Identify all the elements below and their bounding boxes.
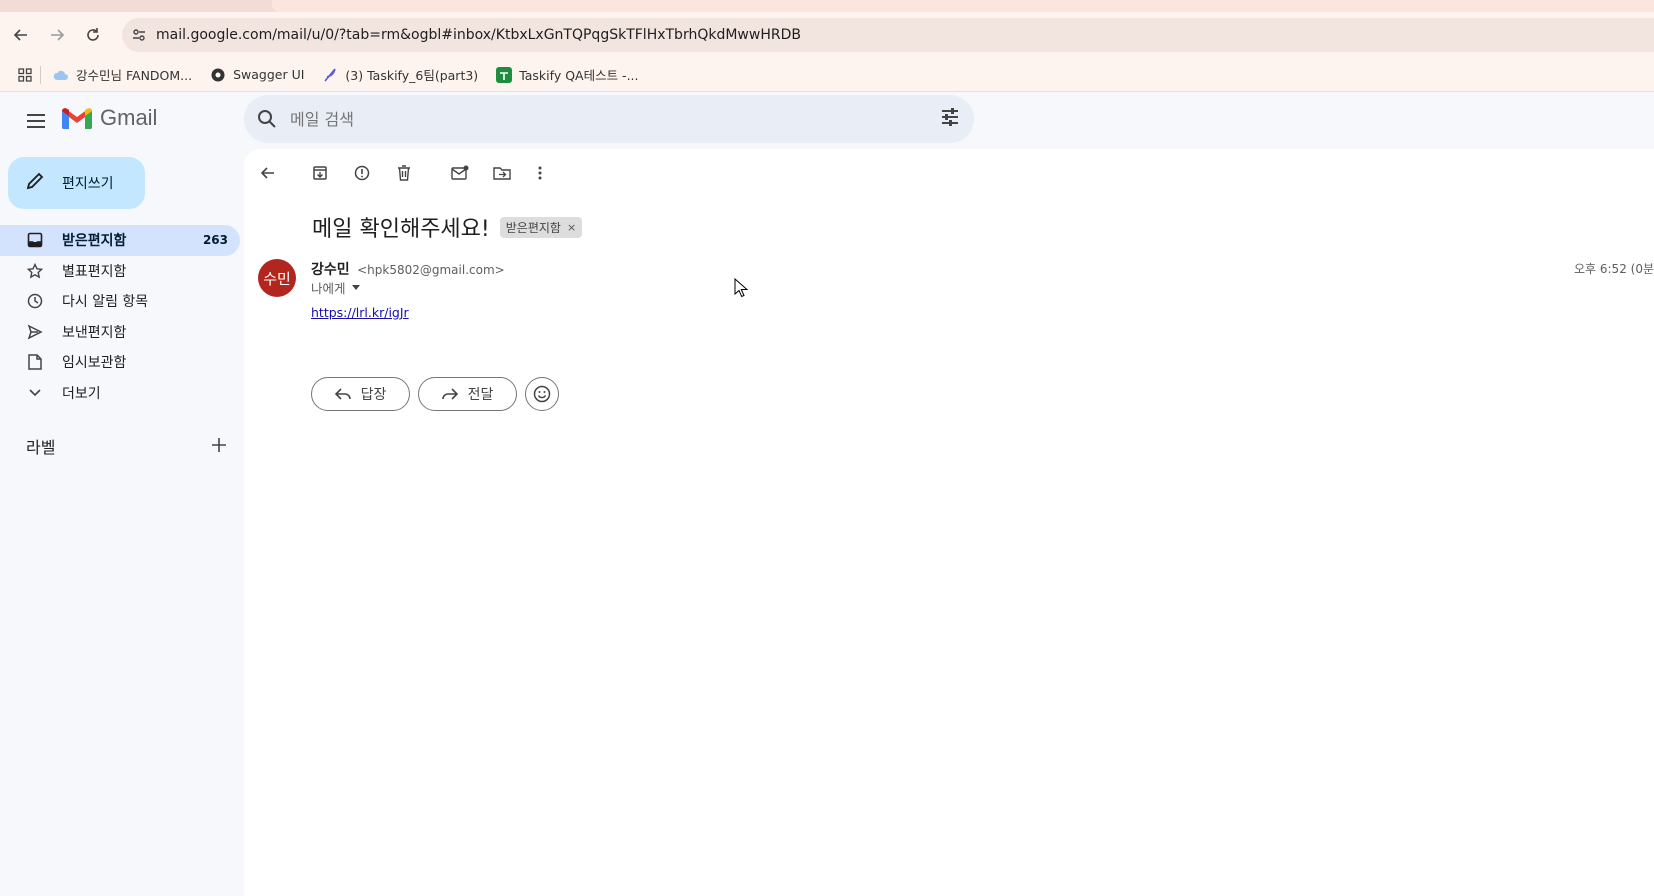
message-timestamp: 오후 6:52 (0분 (1573, 262, 1654, 276)
bookmark-label: Swagger UI (233, 67, 305, 82)
sidebar-item-starred[interactable]: 별표편지함 (0, 256, 240, 287)
more-options-icon[interactable] (530, 163, 550, 183)
message-toolbar (244, 159, 644, 187)
sender-name[interactable]: 강수민 (311, 262, 350, 278)
search-input[interactable] (290, 109, 890, 129)
details-dropdown-icon[interactable] (351, 285, 360, 290)
search-options-icon[interactable] (940, 107, 960, 131)
sheets-icon (496, 66, 513, 83)
sidebar-item-drafts[interactable]: 임시보관함 (0, 347, 240, 378)
forward-label: 전달 (467, 387, 494, 403)
search-icon[interactable] (244, 109, 290, 129)
site-settings-icon[interactable] (122, 27, 156, 43)
swagger-icon (210, 67, 226, 83)
labels-heading: 라벨 (26, 438, 56, 457)
reply-actions: 답장 전달 (311, 377, 567, 411)
labels-section: 라벨 (26, 434, 226, 458)
bookmark-label: 강수민님 FANDOM... (76, 68, 193, 83)
bookmarks-divider (40, 65, 41, 84)
cloud-icon (53, 67, 69, 83)
add-label-icon[interactable] (212, 435, 226, 457)
archive-icon[interactable] (310, 163, 330, 183)
reload-icon[interactable] (78, 20, 108, 50)
message-subject-row: 메일 확인해주세요! 받은편지함 × (312, 211, 583, 243)
mark-unread-icon[interactable] (450, 163, 470, 183)
sender-email: <hpk5802@gmail.com> (357, 263, 505, 277)
compose-button[interactable]: 편지쓰기 (8, 157, 145, 209)
move-to-icon[interactable] (492, 163, 512, 183)
apps-grid-icon[interactable] (18, 67, 32, 82)
star-icon (26, 262, 44, 280)
send-icon (26, 323, 44, 341)
sender-line: 강수민 <hpk5802@gmail.com> (311, 259, 505, 279)
smiley-icon (533, 385, 551, 403)
sidebar: 편지쓰기 받은편지함 263 별표편지함 다시 알림 항목 보낸편지함 임시보관… (0, 149, 244, 896)
back-icon[interactable] (6, 20, 36, 50)
clock-icon (26, 292, 44, 310)
sidebar-item-sent[interactable]: 보낸편지함 (0, 317, 240, 348)
bookmark-swagger[interactable]: Swagger UI (210, 67, 304, 83)
reply-label: 답장 (360, 387, 387, 403)
main-menu-icon[interactable] (22, 107, 50, 135)
message-body-link[interactable]: https://lrl.kr/igJr (311, 305, 409, 320)
nav-list: 받은편지함 263 별표편지함 다시 알림 항목 보낸편지함 임시보관함 더보기 (0, 225, 240, 408)
remove-label-icon[interactable]: × (567, 221, 576, 234)
url-text: mail.google.com/mail/u/0/?tab=rm&ogbl#in… (156, 27, 801, 43)
report-spam-icon[interactable] (352, 163, 372, 183)
recipient-line[interactable]: 나에게 (311, 278, 360, 297)
compose-label: 편지쓰기 (62, 176, 114, 192)
back-to-inbox-icon[interactable] (258, 163, 278, 183)
reply-icon (334, 387, 351, 401)
delete-icon[interactable] (394, 163, 414, 183)
bookmark-label: (3) Taskify_6팀(part3) (345, 68, 479, 83)
bookmark-taskify-team[interactable]: (3) Taskify_6팀(part3) (322, 65, 478, 84)
sidebar-item-more[interactable]: 더보기 (0, 378, 240, 409)
sidebar-item-label: 더보기 (62, 385, 101, 402)
feather-icon (322, 67, 338, 83)
bookmarks-bar: 강수민님 FANDOM... Swagger UI (3) Taskify_6팀… (0, 58, 1654, 92)
gmail-logo[interactable]: Gmail (62, 105, 157, 131)
chevron-down-icon (26, 384, 44, 402)
sidebar-item-label: 임시보관함 (62, 355, 127, 372)
browser-toolbar: mail.google.com/mail/u/0/?tab=rm&ogbl#in… (0, 12, 1654, 58)
reply-button[interactable]: 답장 (311, 377, 410, 411)
forward-button[interactable]: 전달 (418, 377, 517, 411)
gmail-wordmark: Gmail (100, 105, 158, 130)
forward-icon[interactable] (42, 20, 72, 50)
gmail-header: Gmail (0, 93, 1654, 149)
label-chip[interactable]: 받은편지함 × (499, 216, 583, 238)
gmail-m-icon (62, 107, 92, 129)
label-chip-text: 받은편지함 (505, 220, 561, 235)
search-bar (244, 95, 974, 143)
bookmark-label: Taskify QA테스트 -... (519, 68, 639, 83)
unread-count: 263 (202, 233, 228, 248)
sidebar-item-label: 받은편지함 (62, 233, 127, 250)
address-bar[interactable]: mail.google.com/mail/u/0/?tab=rm&ogbl#in… (122, 18, 1654, 52)
emoji-reaction-button[interactable] (525, 377, 559, 411)
active-tab[interactable] (272, 0, 1654, 12)
message-subject: 메일 확인해주세요! (312, 217, 490, 242)
recipient-text: 나에게 (311, 281, 346, 296)
sidebar-item-snoozed[interactable]: 다시 알림 항목 (0, 286, 240, 317)
sidebar-item-label: 보낸편지함 (62, 324, 127, 341)
forward-icon (441, 387, 458, 401)
bookmark-fandom[interactable]: 강수민님 FANDOM... (53, 65, 192, 84)
browser-tab-strip (0, 0, 1654, 12)
pencil-icon (26, 172, 44, 194)
message-view: 메일 확인해주세요! 받은편지함 × 수민 강수민 <hpk5802@gmail… (244, 149, 1654, 896)
avatar[interactable]: 수민 (258, 259, 296, 297)
sidebar-item-inbox[interactable]: 받은편지함 263 (0, 225, 240, 256)
draft-icon (26, 353, 44, 371)
inbox-icon (26, 231, 44, 249)
sidebar-item-label: 다시 알림 항목 (62, 294, 149, 311)
mouse-cursor-icon (734, 277, 749, 302)
sidebar-item-label: 별표편지함 (62, 263, 127, 280)
bookmark-taskify-qa[interactable]: Taskify QA테스트 -... (496, 65, 638, 84)
